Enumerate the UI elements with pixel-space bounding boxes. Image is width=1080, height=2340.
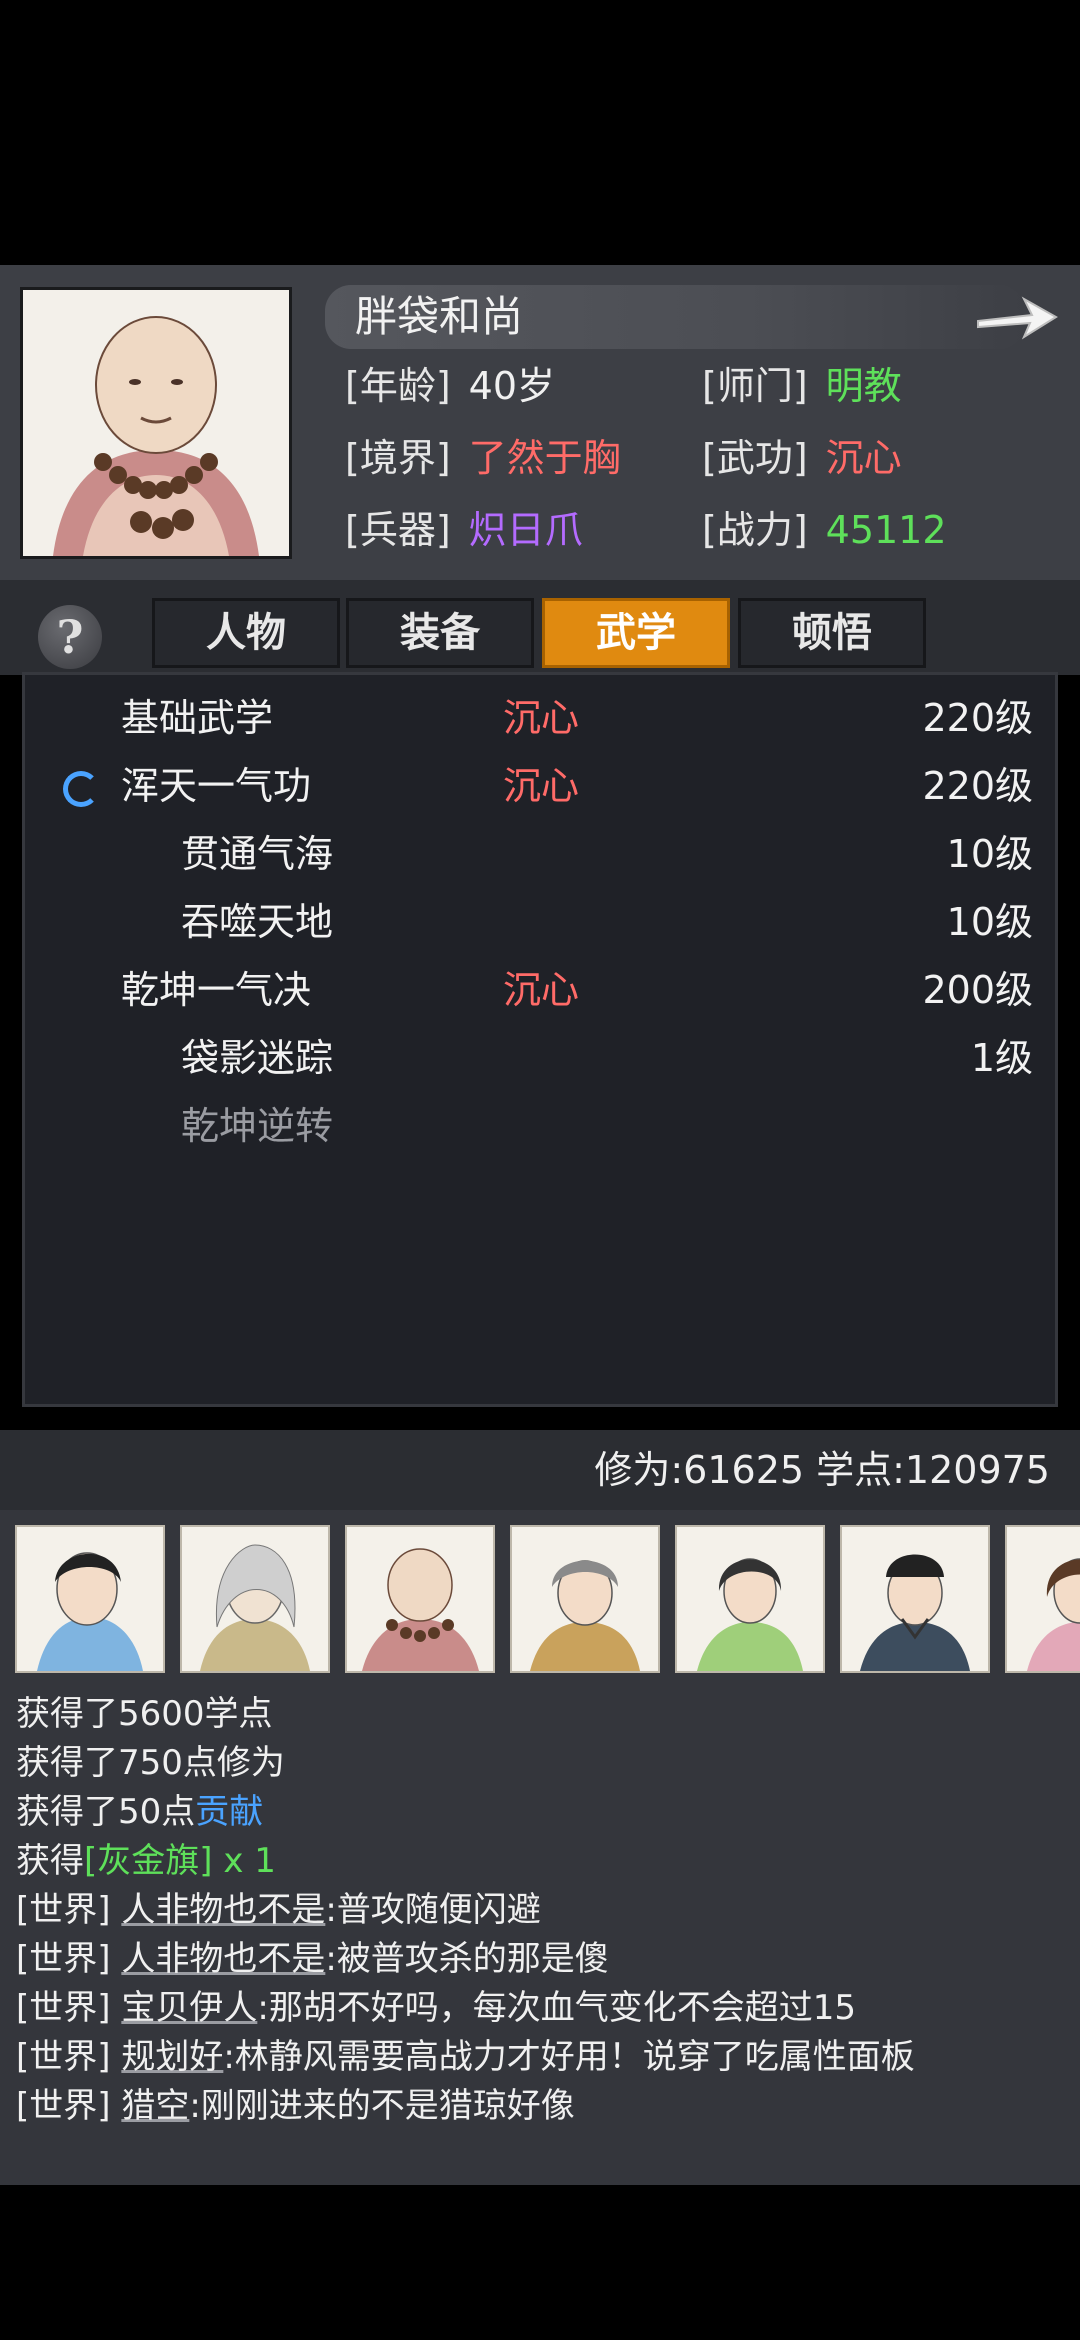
list-item[interactable]: 乾坤逆转 xyxy=(25,1093,1055,1159)
list-item[interactable]: 基础武学 沉心 220级 xyxy=(25,685,1055,751)
stat-value: 40岁 xyxy=(468,364,556,408)
chat-username[interactable]: 规划好 xyxy=(121,2037,223,2077)
stat-age: [年龄] 40岁 xyxy=(345,361,555,411)
stat-value: 明教 xyxy=(825,364,902,408)
chat-text: 获得 xyxy=(16,1841,84,1881)
loading-spinner-icon xyxy=(63,771,99,807)
chat-channel: [世界] xyxy=(16,1890,122,1930)
chat-message: [世界] 宝贝伊人:那胡不好吗，每次血气变化不会超过15 xyxy=(16,1984,1066,2033)
cultivation-stats-bar: 修为:61625 学点:120975 xyxy=(0,1430,1080,1510)
party-avatar[interactable] xyxy=(840,1525,990,1673)
chat-text: :那胡不好吗，每次血气变化不会超过15 xyxy=(257,1988,857,2028)
character-name: 胖袋和尚 xyxy=(355,292,524,341)
list-item[interactable]: 乾坤一气决 沉心 200级 xyxy=(25,957,1055,1023)
stat-value: 沉心 xyxy=(825,436,902,480)
stat-key: [武功] xyxy=(702,436,808,480)
skill-level: 10级 xyxy=(946,900,1033,944)
list-item[interactable]: 浑天一气功 沉心 220级 xyxy=(25,753,1055,819)
chat-text: :林静风需要高战力才好用！说穿了吃属性面板 xyxy=(223,2037,915,2077)
chat-username[interactable]: 人非物也不是 xyxy=(121,1939,325,1979)
skill-name: 浑天一气功 xyxy=(121,764,312,808)
stat-key: [境界] xyxy=(345,436,451,480)
martial-arts-list: 基础武学 沉心 220级 浑天一气功 沉心 220级 贯通气海 10级 吞噬天地… xyxy=(22,672,1058,1407)
chat-username[interactable]: 人非物也不是 xyxy=(121,1890,325,1930)
tab-martial-arts[interactable]: 武学 xyxy=(542,598,730,668)
skill-name: 乾坤一气决 xyxy=(121,968,312,1012)
stat-weapon: [兵器] 炽日爪 xyxy=(345,505,583,555)
skill-name: 袋影迷踪 xyxy=(181,1036,334,1080)
skill-level: 10级 xyxy=(946,832,1033,876)
help-icon[interactable]: ? xyxy=(38,605,102,669)
skill-level: 1级 xyxy=(970,1036,1033,1080)
stat-realm: [境界] 了然于胸 xyxy=(345,433,621,483)
chat-username[interactable]: 宝贝伊人 xyxy=(121,1988,257,2028)
status-area-blank xyxy=(0,0,1080,265)
skill-name: 乾坤逆转 xyxy=(181,1104,334,1148)
stat-value: 了然于胸 xyxy=(468,436,621,480)
chat-message: 获得了5600学点 xyxy=(16,1690,1066,1739)
chat-message: 获得了750点修为 xyxy=(16,1739,1066,1788)
party-avatar[interactable] xyxy=(675,1525,825,1673)
party-avatar[interactable] xyxy=(180,1525,330,1673)
navigation-area-blank xyxy=(0,2185,1080,2340)
stat-key: [师门] xyxy=(702,364,808,408)
cultivation-stats: 修为:61625 学点:120975 xyxy=(594,1448,1050,1492)
list-item[interactable]: 贯通气海 10级 xyxy=(25,821,1055,887)
chat-text: 获得了750点修为 xyxy=(16,1743,285,1783)
chat-text: :刚刚进来的不是猎琼好像 xyxy=(189,2086,575,2126)
chat-message: [世界] 人非物也不是:普攻随便闪避 xyxy=(16,1886,1066,1935)
chat-message: 获得了50点贡献 xyxy=(16,1788,1066,1837)
party-avatar[interactable] xyxy=(1005,1525,1080,1673)
stat-value: 炽日爪 xyxy=(468,508,583,552)
chat-text: :被普攻杀的那是傻 xyxy=(325,1939,609,1979)
stat-power: [战力] 45112 xyxy=(702,505,947,555)
item-link[interactable]: [灰金旗] x 1 xyxy=(84,1841,276,1881)
next-arrow-icon[interactable] xyxy=(972,287,1062,347)
party-avatar[interactable] xyxy=(345,1525,495,1673)
skill-level: 220级 xyxy=(922,764,1033,808)
tab-character[interactable]: 人物 xyxy=(152,598,340,668)
skill-name: 吞噬天地 xyxy=(181,900,334,944)
chat-username[interactable]: 猎空 xyxy=(121,2086,189,2126)
chat-channel: [世界] xyxy=(16,2037,122,2077)
stat-value: 45112 xyxy=(825,508,947,552)
chat-message: [世界] 人非物也不是:被普攻杀的那是傻 xyxy=(16,1935,1066,1984)
tab-enlightenment[interactable]: 顿悟 xyxy=(738,598,926,668)
stat-sect: [师门] 明教 xyxy=(702,361,902,411)
skill-tag: 沉心 xyxy=(503,968,580,1012)
chat-message: [世界] 猎空:刚刚进来的不是猎琼好像 xyxy=(16,2082,1066,2131)
chat-text: 获得了50点 xyxy=(16,1792,196,1832)
list-item[interactable]: 吞噬天地 10级 xyxy=(25,889,1055,955)
stat-key: [年龄] xyxy=(345,364,451,408)
stat-key: [兵器] xyxy=(345,508,451,552)
party-avatar[interactable] xyxy=(15,1525,165,1673)
chat-channel: [世界] xyxy=(16,2086,122,2126)
stat-key: [战力] xyxy=(702,508,808,552)
chat-log: 获得了5600学点 获得了750点修为 获得了50点贡献 获得[灰金旗] x 1… xyxy=(16,1690,1066,2131)
list-item[interactable]: 袋影迷踪 1级 xyxy=(25,1025,1055,1091)
chat-text: :普攻随便闪避 xyxy=(325,1890,541,1930)
character-portrait[interactable] xyxy=(20,287,292,559)
party-avatar-strip xyxy=(0,1525,1080,1675)
skill-tag: 沉心 xyxy=(503,764,580,808)
chat-channel: [世界] xyxy=(16,1988,122,2028)
skill-name: 基础武学 xyxy=(121,696,274,740)
party-avatar[interactable] xyxy=(510,1525,660,1673)
chat-message: [世界] 规划好:林静风需要高战力才好用！说穿了吃属性面板 xyxy=(16,2033,1066,2082)
chat-text: 获得了5600学点 xyxy=(16,1694,273,1734)
chat-message: 获得[灰金旗] x 1 xyxy=(16,1837,1066,1886)
skill-name: 贯通气海 xyxy=(181,832,334,876)
tab-equipment[interactable]: 装备 xyxy=(346,598,534,668)
skill-tag: 沉心 xyxy=(503,696,580,740)
chat-channel: [世界] xyxy=(16,1939,122,1979)
skill-level: 220级 xyxy=(922,696,1033,740)
skill-level: 200级 xyxy=(922,968,1033,1012)
character-header: 胖袋和尚 [年龄] 40岁 [师门] 明教 [境界] 了然于胸 [武功] 沉心 [兵器]… xyxy=(0,265,1080,580)
chat-highlight: 贡献 xyxy=(195,1792,264,1832)
stat-martial: [武功] 沉心 xyxy=(702,433,902,483)
